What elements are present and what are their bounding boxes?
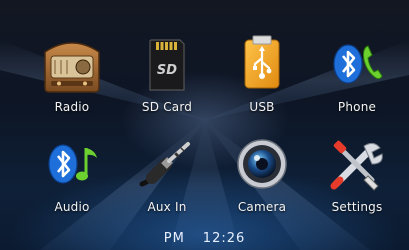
app-label: Phone bbox=[337, 100, 377, 114]
app-label: Radio bbox=[54, 100, 90, 114]
status-bar: PM 12:26 bbox=[0, 226, 409, 250]
clock-ampm: PM bbox=[163, 230, 185, 246]
camera-lens-icon bbox=[229, 134, 295, 194]
tools-icon bbox=[324, 134, 390, 194]
bluetooth-phone-icon bbox=[324, 34, 390, 94]
clock-time[interactable]: 12:26 bbox=[203, 231, 245, 246]
radio-icon bbox=[39, 34, 105, 94]
app-audio[interactable]: Audio bbox=[22, 128, 122, 218]
app-label: Camera bbox=[237, 200, 287, 214]
app-label: SD Card bbox=[141, 100, 193, 114]
app-sd-card[interactable]: SD SD Card bbox=[117, 28, 217, 118]
app-phone[interactable]: Phone bbox=[307, 28, 407, 118]
app-label: USB bbox=[249, 100, 275, 114]
home-screen: Radio SD SD Card USB Phone Audio Aux In … bbox=[0, 0, 409, 250]
app-settings[interactable]: Settings bbox=[307, 128, 407, 218]
app-aux-in[interactable]: Aux In bbox=[117, 128, 217, 218]
usb-drive-icon bbox=[229, 34, 295, 94]
aux-cable-icon bbox=[134, 134, 200, 194]
app-label: Aux In bbox=[147, 200, 187, 214]
app-label: Settings bbox=[331, 200, 383, 214]
app-radio[interactable]: Radio bbox=[22, 28, 122, 118]
app-label: Audio bbox=[54, 200, 90, 214]
app-usb[interactable]: USB bbox=[212, 28, 312, 118]
sd-card-icon: SD bbox=[134, 34, 200, 94]
bluetooth-audio-icon bbox=[39, 134, 105, 194]
svg-text:SD: SD bbox=[157, 63, 177, 78]
app-camera[interactable]: Camera bbox=[212, 128, 312, 218]
